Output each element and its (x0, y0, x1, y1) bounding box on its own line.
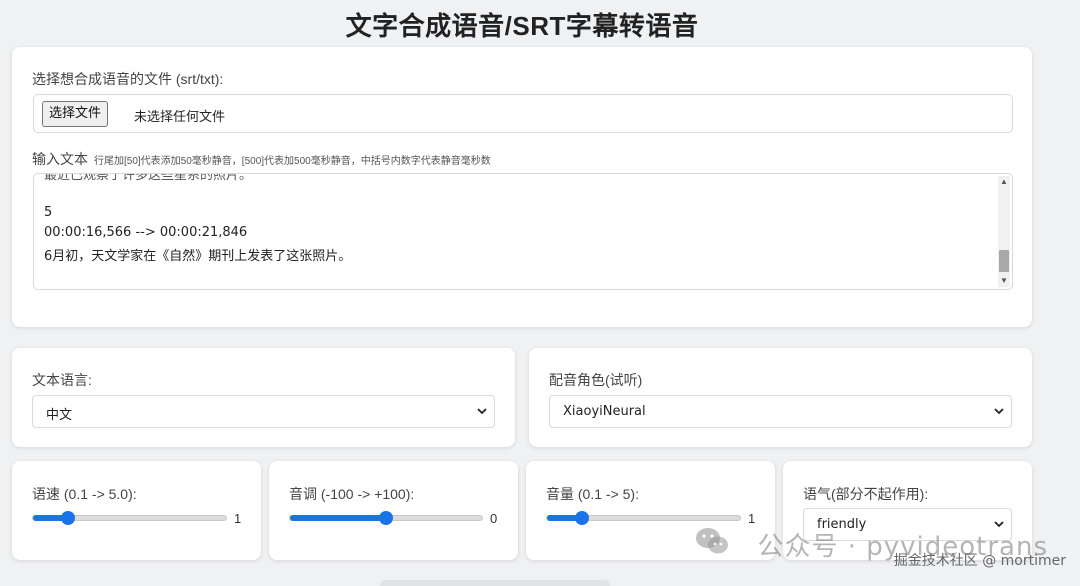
language-card: 文本语言: 中文 (12, 348, 515, 447)
silence-hint: 行尾加[50]代表添加50毫秒静音，[500]代表加500毫秒静音，中括号内数字… (94, 156, 491, 167)
rate-label: 语速 (0.1 -> 5.0): (32, 486, 137, 502)
volume-value: 1 (748, 511, 756, 526)
language-value: 中文 (46, 408, 73, 423)
file-status: 未选择任何文件 (134, 110, 226, 125)
language-select[interactable]: 中文 (32, 395, 495, 428)
rate-value: 1 (234, 511, 242, 526)
chevron-down-icon (477, 408, 487, 415)
file-select-label: 选择想合成语音的文件 (srt/txt): (32, 71, 224, 87)
pitch-slider[interactable] (289, 511, 483, 525)
volume-label: 音量 (0.1 -> 5): (546, 486, 639, 502)
credit-text: 掘金技术社区 @ mortimer (893, 553, 1066, 569)
voice-select[interactable]: XiaoyiNeural (549, 395, 1012, 428)
scroll-thumb[interactable] (999, 250, 1009, 272)
text-line: 最近已观察了许多这些星系的照片。 (44, 173, 253, 183)
pitch-slider-fill (290, 515, 386, 521)
pitch-slider-thumb[interactable] (379, 511, 393, 525)
text-input-label: 输入文本 (32, 151, 88, 167)
textarea-scrollbar[interactable]: ▲ ▼ (998, 176, 1010, 287)
style-label: 语气(部分不起作用): (803, 486, 929, 502)
rate-slider[interactable] (32, 511, 227, 525)
file-input[interactable]: 选择文件 未选择任何文件 (33, 94, 1013, 133)
text-line: 5 (44, 205, 53, 220)
pitch-card: 音调 (-100 -> +100): 0 (269, 461, 518, 560)
voice-value: XiaoyiNeural (563, 404, 646, 419)
text-input-heading: 输入文本 行尾加[50]代表添加50毫秒静音，[500]代表加500毫秒静音，中括… (32, 149, 491, 169)
text-line: 00:00:16,566 --> 00:00:21,846 (44, 225, 248, 240)
choose-file-button[interactable]: 选择文件 (42, 101, 109, 127)
pitch-value: 0 (490, 511, 498, 526)
input-card: 选择想合成语音的文件 (srt/txt): 选择文件 未选择任何文件 输入文本行… (12, 47, 1032, 327)
scroll-up-icon[interactable]: ▲ (998, 176, 1010, 188)
wechat-icon (696, 528, 728, 554)
chevron-down-icon (994, 408, 1004, 415)
language-label: 文本语言: (32, 372, 92, 388)
rate-slider-thumb[interactable] (60, 511, 75, 525)
volume-card: 音量 (0.1 -> 5): 1 (526, 461, 775, 560)
text-input-area[interactable]: 最近已观察了许多这些星系的照片。 5 00:00:16,566 --> 00:0… (33, 173, 1013, 290)
next-section-edge (380, 580, 610, 586)
page-title: 文字合成语音/SRT字幕转语音 (345, 11, 699, 41)
pitch-label: 音调 (-100 -> +100): (289, 486, 415, 502)
rate-card: 语速 (0.1 -> 5.0): 1 (12, 461, 261, 560)
voice-card: 配音角色(试听) XiaoyiNeural (529, 348, 1032, 447)
volume-slider[interactable] (546, 511, 741, 525)
scroll-down-icon[interactable]: ▼ (998, 275, 1010, 287)
voice-label: 配音角色(试听) (549, 372, 643, 388)
volume-slider-thumb[interactable] (574, 511, 589, 525)
text-line: 6月初，天文学家在《自然》期刊上发表了这张照片。 (44, 249, 352, 264)
